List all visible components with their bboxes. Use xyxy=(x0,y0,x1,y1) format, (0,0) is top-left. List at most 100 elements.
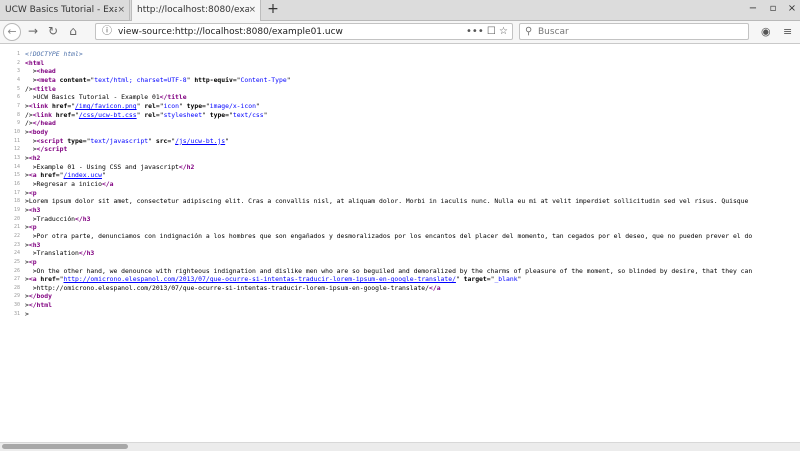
line-code: ><h3 xyxy=(25,241,40,249)
code-token: href xyxy=(55,110,72,119)
code-token: href xyxy=(51,101,68,110)
minimize-icon[interactable]: − xyxy=(746,0,760,20)
close-window-icon[interactable]: × xyxy=(785,0,799,20)
line-code: >UCW Basics Tutorial - Example 01</title xyxy=(25,93,187,101)
code-token: =" xyxy=(225,110,233,119)
line-code: <!DOCTYPE html> xyxy=(25,50,83,58)
line-code: ><a href="/index.ucw" xyxy=(25,171,106,179)
account-icon[interactable]: ◉ xyxy=(761,23,771,41)
line-number: 14 xyxy=(13,163,20,170)
code-token: /> xyxy=(25,110,33,119)
line-number: 22 xyxy=(13,232,20,239)
page-actions-icons[interactable]: ••• ☐ ☆ xyxy=(466,24,508,40)
code-token: " xyxy=(255,101,260,110)
code-token: " xyxy=(225,136,229,145)
code-token: Content-Type xyxy=(240,75,287,84)
tab-title: http://localhost:8080/example01.ucw xyxy=(137,5,249,15)
code-token: =" xyxy=(155,101,164,110)
close-tab-icon[interactable]: × xyxy=(248,0,256,20)
line-number: 25 xyxy=(13,258,20,265)
line-number: 30 xyxy=(13,302,20,309)
info-icon[interactable]: ⓘ xyxy=(102,24,112,40)
code-token: href xyxy=(40,171,56,180)
line-number: 8 xyxy=(16,111,20,118)
tab-view-source[interactable]: http://localhost:8080/example01.ucw × xyxy=(131,0,261,21)
line-code: /><link href="/css/ucw-bt.css" rel="styl… xyxy=(25,111,267,119)
code-token: > xyxy=(25,145,37,154)
code-token: <h2 xyxy=(28,153,41,162)
tab-ucw-basics[interactable]: UCW Basics Tutorial - Example 01 × xyxy=(0,0,130,20)
reload-icon[interactable]: ↻ xyxy=(44,23,62,41)
back-icon[interactable]: ← xyxy=(3,23,21,41)
line-number: 9 xyxy=(16,120,20,127)
code-token: _blank xyxy=(494,275,518,284)
line-number: 26 xyxy=(13,267,20,274)
code-token: target xyxy=(463,275,487,284)
code-token: </head xyxy=(32,119,56,128)
code-token: " xyxy=(455,275,464,284)
maximize-icon[interactable]: ▫ xyxy=(766,0,780,20)
line-number: 19 xyxy=(13,206,20,213)
code-token: text/javascript xyxy=(90,136,149,145)
source-link[interactable]: http://omicrono.elespanol.com/2013/07/qu… xyxy=(64,275,456,283)
line-code: ><p xyxy=(25,258,37,266)
line-number: 10 xyxy=(13,128,20,135)
code-token: icon xyxy=(163,101,179,110)
code-token: =" xyxy=(67,101,76,110)
line-code: > xyxy=(25,310,29,318)
line-number: 23 xyxy=(13,241,20,248)
code-token: " xyxy=(178,101,187,110)
home-icon[interactable]: ⌂ xyxy=(64,23,82,41)
code-token: > xyxy=(25,309,29,318)
code-token: " xyxy=(148,136,156,145)
line-number: 20 xyxy=(13,215,20,222)
search-bar[interactable]: ⚲ xyxy=(519,23,749,40)
line-code: >Example 01 - Using CSS and javascript</… xyxy=(25,163,195,171)
code-token: type xyxy=(209,110,226,119)
line-code: >Translation</h3 xyxy=(25,249,95,258)
line-code: ><script type="text/javascript" src="/js… xyxy=(25,137,229,145)
code-token: </a xyxy=(101,179,114,188)
source-link[interactable]: /img/favicon.png xyxy=(75,102,137,110)
code-token: <html xyxy=(25,58,45,67)
code-token: rel xyxy=(144,110,156,119)
new-tab-button[interactable]: + xyxy=(265,0,281,20)
code-token: href xyxy=(40,275,56,284)
code-token: type xyxy=(67,136,83,145)
scrollbar-thumb[interactable] xyxy=(2,444,128,449)
source-link[interactable]: /css/ucw-bt.css xyxy=(79,111,137,119)
code-token: " xyxy=(101,171,106,180)
line-code: ><link href="/img/favicon.png" rel="icon… xyxy=(25,102,260,110)
source-link[interactable]: /index.ucw xyxy=(64,171,102,179)
code-token: <a xyxy=(28,171,41,180)
line-number: 31 xyxy=(13,310,20,317)
line-code: ><body xyxy=(25,128,48,136)
code-token: <p xyxy=(28,223,37,232)
search-input[interactable] xyxy=(538,25,738,38)
search-icon: ⚲ xyxy=(525,26,533,37)
code-token: text/html; charset=UTF-8 xyxy=(94,75,187,84)
code-token: rel xyxy=(144,101,156,110)
nav-toolbar: ← → ↻ ⌂ ⓘ view-source:http://localhost:8… xyxy=(0,21,800,44)
menu-icon[interactable]: ≡ xyxy=(783,23,792,41)
code-token: =" xyxy=(155,110,164,119)
line-code: ><p xyxy=(25,223,37,231)
code-token: <script xyxy=(36,136,68,145)
line-number: 24 xyxy=(13,250,20,257)
code-token: <head xyxy=(36,67,56,76)
line-number: 4 xyxy=(16,76,20,83)
line-code: <html xyxy=(25,59,44,67)
close-tab-icon[interactable]: × xyxy=(117,0,125,20)
code-token: >Por otra parte, denunciamos con indigna… xyxy=(25,231,753,240)
code-token: >Regresar a inicio xyxy=(25,179,102,188)
source-link[interactable]: /js/ucw-bt.js xyxy=(175,137,225,145)
code-token: <title xyxy=(32,84,56,93)
code-token: >Translation xyxy=(25,249,79,258)
code-token: >UCW Basics Tutorial - Example 01 xyxy=(25,93,160,102)
url-bar[interactable]: ⓘ view-source:http://localhost:8080/exam… xyxy=(95,23,513,40)
code-token: <link xyxy=(28,101,52,110)
line-code: ><meta content =" text/html; charset=UTF-8… xyxy=(25,76,291,84)
line-code: >On the other hand, we denounce with rig… xyxy=(25,267,753,275)
forward-icon[interactable]: → xyxy=(24,23,42,41)
code-token: <body xyxy=(28,127,49,136)
